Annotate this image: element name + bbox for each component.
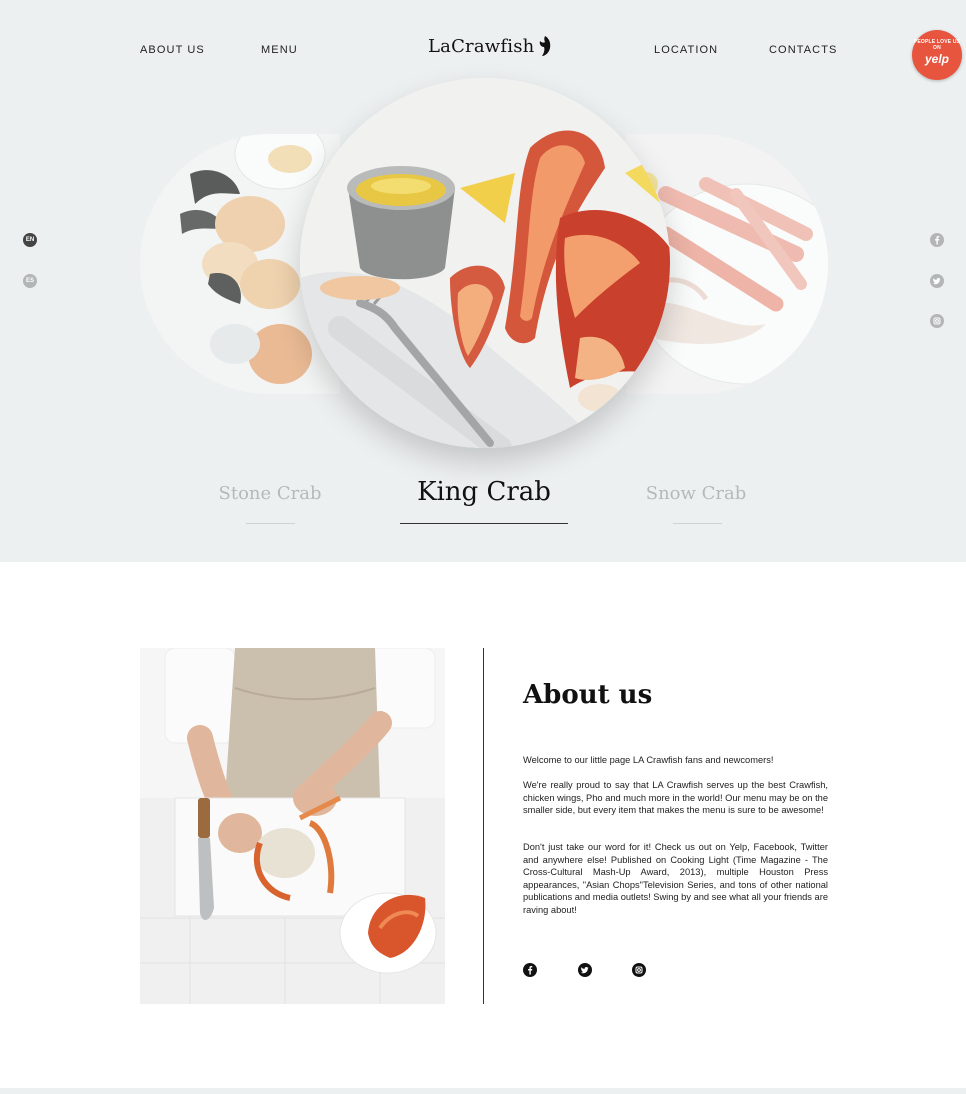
facebook-icon[interactable] xyxy=(523,963,537,977)
carousel-underline-king-crab xyxy=(400,523,568,524)
site-logo[interactable]: LaCrawfish xyxy=(428,35,552,57)
about-paragraph-proud: We're really proud to say that LA Crawfi… xyxy=(523,780,828,815)
hero-section: ABOUT US MENU LaCrawfish LOCATION CONTAC… xyxy=(0,0,966,562)
nav-menu[interactable]: MENU xyxy=(261,44,298,56)
about-title: About us xyxy=(523,680,653,710)
nav-contacts[interactable]: CONTACTS xyxy=(769,44,837,56)
language-en-button[interactable]: EN xyxy=(23,233,37,247)
yelp-badge-caption: PEOPLE LOVE US ON xyxy=(913,39,961,51)
about-paragraph-press: Don't just take our word for it! Check u… xyxy=(523,842,828,915)
crawfish-claw-icon xyxy=(540,36,551,56)
carousel-label-king-crab[interactable]: King Crab xyxy=(400,477,568,507)
instagram-icon[interactable] xyxy=(930,314,944,328)
yelp-badge[interactable]: PEOPLE LOVE US ON yelp xyxy=(912,30,962,80)
carousel-underline-stone-crab xyxy=(246,523,295,524)
carousel-label-snow-crab[interactable]: Snow Crab xyxy=(626,483,766,504)
carousel-underline-snow-crab xyxy=(673,523,722,524)
about-divider xyxy=(483,648,484,1004)
logo-text: LaCrawfish xyxy=(428,35,535,57)
chef-cleaning-crab-photo xyxy=(140,648,445,1004)
footer-strip xyxy=(0,1088,966,1094)
instagram-icon[interactable] xyxy=(632,963,646,977)
about-paragraph-welcome: Welcome to our little page LA Crawfish f… xyxy=(523,755,774,765)
nav-location[interactable]: LOCATION xyxy=(654,44,718,56)
king-crab-image[interactable] xyxy=(300,78,670,448)
language-es-button[interactable]: ES xyxy=(23,274,37,288)
carousel-label-stone-crab[interactable]: Stone Crab xyxy=(200,483,340,504)
twitter-icon[interactable] xyxy=(930,274,944,288)
nav-about-us[interactable]: ABOUT US xyxy=(140,44,205,56)
twitter-icon[interactable] xyxy=(578,963,592,977)
yelp-logo: yelp xyxy=(924,52,949,66)
facebook-icon[interactable] xyxy=(930,233,944,247)
